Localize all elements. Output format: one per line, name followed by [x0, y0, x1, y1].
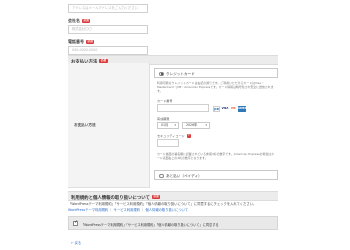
- back-link[interactable]: ← 戻る: [71, 240, 81, 245]
- required-badge: 必須: [86, 40, 95, 44]
- email-placeholder: アドレスはメールアドレスをご入力ください: [72, 6, 138, 10]
- expiry-month-select[interactable]: 01月 ▾: [157, 122, 179, 129]
- card-brand-logos: JCB VISA MC AMEX: [213, 106, 247, 112]
- mastercard-logo-icon: MC: [230, 106, 237, 112]
- email-input[interactable]: アドレスはメールアドレスをご入力ください: [68, 4, 148, 13]
- cvc-label: セキュリティコード?: [157, 134, 192, 138]
- credit-card-note: 利用可能なクレジットカードは右記の通りです。ご利用いただけるカードはVisa・M…: [157, 81, 274, 94]
- deferred-payment-radio[interactable]: [159, 173, 164, 178]
- agree-checkbox[interactable]: [73, 220, 78, 226]
- phone-placeholder: 090-0000-0000: [72, 48, 98, 52]
- payment-label: お支払い方法: [74, 123, 96, 127]
- required-badge: 必須: [151, 195, 161, 199]
- chevron-down-icon: ▾: [205, 123, 207, 127]
- privacy-policy-link[interactable]: 個人情報の取り扱いについて: [145, 208, 188, 212]
- cvc-note: カード裏面の署名欄に記載されている末尾3桁の数字です。American Expr…: [157, 152, 275, 161]
- terms-section-title: 利用規約と個人情報の取り扱いについて 必須: [71, 195, 161, 201]
- expiry-year-select[interactable]: 2026年 ▾: [182, 122, 210, 129]
- credit-card-radio[interactable]: [159, 71, 164, 76]
- amex-logo-icon: AMEX: [238, 106, 247, 112]
- agree-box[interactable]: 「WordPressテーマ利用規約」「サービス利用規約」「個人情報の取り扱いにつ…: [68, 216, 278, 230]
- deferred-payment-label: あと払い（ペイディ）: [166, 173, 202, 178]
- jcb-logo-icon: JCB: [213, 106, 220, 112]
- company-input[interactable]: 株式会社〇〇: [68, 25, 148, 34]
- card-number-input[interactable]: [157, 104, 209, 112]
- wordpress-terms-link[interactable]: WordPressテーマ利用規約: [68, 208, 108, 212]
- company-placeholder: 株式会社〇〇: [72, 27, 92, 31]
- phone-label: 電話番号 必須: [68, 39, 95, 44]
- service-terms-link[interactable]: サービス利用規約: [114, 208, 140, 212]
- card-number-label: カード番号: [157, 99, 173, 103]
- chevron-down-icon: ▾: [174, 123, 176, 127]
- deferred-payment-option[interactable]: あと払い（ペイディ）: [154, 170, 278, 180]
- credit-card-option[interactable]: クレジットカード: [154, 68, 278, 78]
- terms-description: 「WordPressテーマ利用規約」「サービス利用規約」「個人情報の取り扱いにつ…: [68, 202, 257, 206]
- phone-input[interactable]: 090-0000-0000: [68, 46, 148, 55]
- terms-links: WordPressテーマ利用規約 ｜ サービス利用規約 ｜ 個人情報の取り扱いに…: [68, 207, 189, 212]
- info-icon: ?: [186, 134, 192, 138]
- agree-label: 「WordPressテーマ利用規約」「サービス利用規約」「個人情報の取り扱いにつ…: [81, 222, 219, 227]
- expiry-label: 有効期限: [157, 117, 170, 121]
- cvc-input[interactable]: [157, 139, 179, 147]
- credit-card-label: クレジットカード: [166, 71, 195, 76]
- required-badge: 必須: [82, 19, 91, 23]
- visa-logo-icon: VISA: [221, 106, 229, 112]
- terms-section-header: 利用規約と個人情報の取り扱いについて 必須: [68, 191, 278, 201]
- company-label: 会社名 必須: [68, 18, 91, 23]
